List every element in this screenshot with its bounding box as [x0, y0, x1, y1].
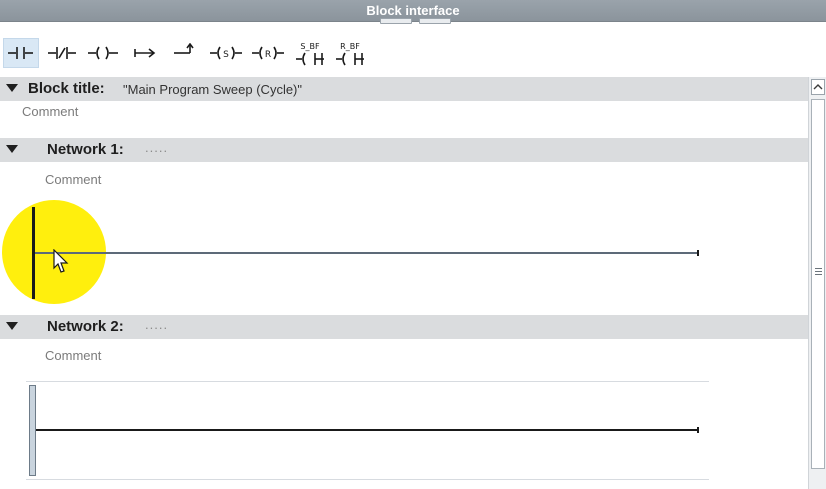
- set-coil-icon: S: [210, 46, 242, 60]
- collapse-triangle-icon[interactable]: [6, 84, 18, 92]
- collapse-triangle-icon[interactable]: [6, 145, 18, 153]
- set-bit-field-label: S_BF: [300, 42, 320, 51]
- mouse-pointer-icon: [53, 249, 69, 273]
- scroll-up-button[interactable]: [811, 79, 825, 95]
- set-coil-letter: S: [223, 50, 229, 60]
- network-1-comment[interactable]: Comment: [45, 172, 101, 187]
- scroll-thumb[interactable]: [811, 99, 825, 469]
- reset-coil-letter: R: [265, 50, 271, 60]
- network-2-title[interactable]: .....: [145, 317, 168, 332]
- lad-instruction-toolbar: S R S_BF R_BF: [0, 24, 826, 76]
- open-branch-button[interactable]: [170, 36, 200, 66]
- network-1-header[interactable]: Network 1: .....: [0, 138, 808, 162]
- network-2-header[interactable]: Network 2: .....: [0, 315, 808, 339]
- network-1-rung[interactable]: [35, 252, 698, 254]
- block-interface-bar[interactable]: Block interface: [0, 0, 826, 24]
- program-editor-window: Block interface S R S_BF R_BF Block titl…: [0, 0, 826, 489]
- network-1-label: Network 1:: [47, 141, 124, 158]
- block-comment[interactable]: Comment: [22, 104, 78, 119]
- reset-coil-icon: R: [252, 46, 284, 60]
- reset-bit-field-icon: R_BF: [336, 42, 364, 66]
- scroll-grip-line: [815, 274, 822, 275]
- set-bit-field-icon: S_BF: [296, 42, 324, 66]
- scroll-grip-line: [815, 271, 822, 272]
- chevron-up-icon: [813, 84, 823, 90]
- vertical-scrollbar[interactable]: [808, 77, 826, 489]
- empty-box-button[interactable]: [128, 38, 162, 68]
- block-title-value[interactable]: "Main Program Sweep (Cycle)": [123, 82, 302, 97]
- ladder-editor: Block title: "Main Program Sweep (Cycle)…: [0, 77, 808, 489]
- network-2-power-rail[interactable]: [29, 385, 36, 476]
- normally-open-contact-icon: [8, 47, 33, 59]
- output-coil-button[interactable]: [84, 38, 122, 68]
- open-branch-icon: [174, 43, 194, 54]
- network-2-rung[interactable]: [36, 429, 698, 431]
- set-coil-button[interactable]: S: [206, 38, 246, 68]
- scroll-grip-line: [815, 268, 822, 269]
- network-2-label: Network 2:: [47, 318, 124, 335]
- network-2-comment[interactable]: Comment: [45, 348, 101, 363]
- reset-coil-button[interactable]: R: [248, 38, 288, 68]
- network-2-rung-end: [697, 427, 699, 433]
- normally-closed-contact-icon: [48, 47, 76, 59]
- reset-bit-field-label: R_BF: [340, 42, 360, 51]
- network-1-rung-end: [697, 250, 699, 256]
- network-1-title[interactable]: .....: [145, 140, 168, 155]
- collapse-triangle-icon[interactable]: [6, 322, 18, 330]
- normally-open-contact-button[interactable]: [3, 38, 39, 68]
- reset-bit-field-button[interactable]: R_BF: [332, 38, 368, 70]
- output-coil-icon: [88, 46, 118, 60]
- block-title-header[interactable]: Block title: "Main Program Sweep (Cycle)…: [0, 77, 808, 101]
- set-bit-field-button[interactable]: S_BF: [292, 38, 328, 70]
- empty-box-icon: [134, 48, 156, 58]
- block-interface-title: Block interface: [366, 3, 460, 18]
- block-title-label: Block title:: [28, 80, 105, 97]
- normally-closed-contact-button[interactable]: [44, 38, 80, 68]
